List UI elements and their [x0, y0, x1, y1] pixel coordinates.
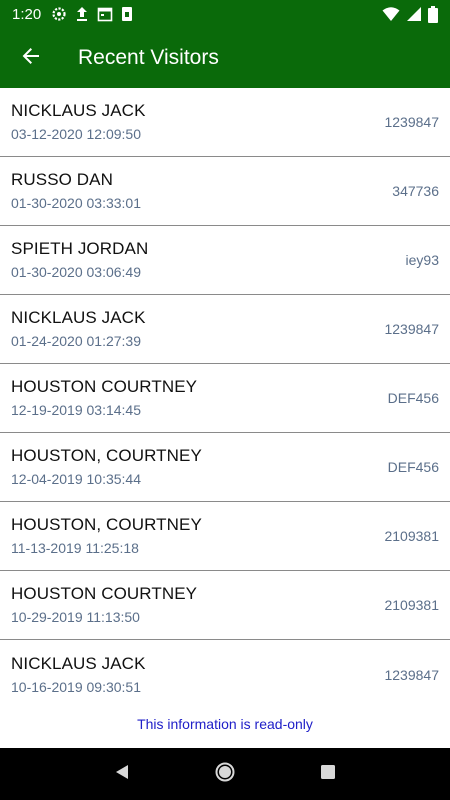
list-item-main: RUSSO DAN 01-30-2020 03:33:01 — [11, 169, 392, 213]
visitor-name: SPIETH JORDAN — [11, 239, 149, 258]
visitor-name: HOUSTON COURTNEY — [11, 584, 198, 603]
list-item-main: SPIETH JORDAN 01-30-2020 03:06:49 — [11, 238, 406, 282]
list-item[interactable]: NICKLAUS JACK 01-24-2020 01:27:39 123984… — [0, 295, 450, 364]
upload-icon — [75, 6, 89, 22]
sim-card-icon — [121, 6, 133, 22]
read-only-note: This information is read-only — [137, 716, 313, 732]
visitor-id: 2109381 — [384, 597, 439, 613]
settings-icon — [51, 6, 67, 22]
visitor-name: NICKLAUS JACK — [11, 653, 146, 673]
visit-date: 10-16-2019 09:30:51 — [11, 678, 141, 695]
visitor-name: NICKLAUS JACK — [11, 101, 146, 120]
list-item-main: HOUSTON, COURTNEY 12-04-2019 10:35:44 — [11, 445, 388, 489]
list-item[interactable]: SPIETH JORDAN 01-30-2020 03:06:49 iey93 — [0, 226, 450, 295]
status-bar: 1:20 — [0, 0, 450, 28]
visitor-name: HOUSTON COURTNEY — [11, 377, 198, 396]
back-button[interactable] — [0, 28, 62, 88]
visitor-name: HOUSTON, COURTNEY — [11, 446, 202, 465]
visit-date: 01-24-2020 01:27:39 — [11, 333, 141, 349]
system-nav-bar — [0, 748, 450, 800]
recents-square-icon — [320, 764, 336, 785]
nav-back-button[interactable] — [102, 754, 142, 794]
visit-date: 01-30-2020 03:06:49 — [11, 264, 141, 280]
page-title: Recent Visitors — [78, 46, 219, 69]
visit-date: 03-12-2020 12:09:50 — [11, 126, 141, 142]
visitor-name: NICKLAUS JACK — [11, 308, 146, 327]
visitor-id: DEF456 — [387, 390, 439, 406]
list-item[interactable]: RUSSO DAN 01-30-2020 03:33:01 347736 — [0, 157, 450, 226]
visitor-name: RUSSO DAN — [11, 170, 113, 189]
list-item[interactable]: HOUSTON, COURTNEY 11-13-2019 11:25:18 21… — [0, 502, 450, 571]
visitor-id: 1239847 — [384, 666, 439, 683]
list-item-main: NICKLAUS JACK 10-16-2019 09:30:51 — [11, 653, 384, 697]
visitor-name: HOUSTON, COURTNEY — [11, 515, 202, 534]
visitor-id: 1239847 — [384, 114, 439, 130]
wifi-icon — [382, 6, 400, 22]
battery-icon — [428, 5, 438, 23]
visitor-id: DEF456 — [387, 459, 439, 475]
visitor-id: iey93 — [405, 252, 439, 268]
visit-date: 10-29-2019 11:13:50 — [11, 609, 140, 625]
list-item[interactable]: NICKLAUS JACK 03-12-2020 12:09:50 123984… — [0, 88, 450, 157]
signal-icon — [406, 6, 422, 22]
nav-recents-button[interactable] — [308, 754, 348, 794]
list-item-main: NICKLAUS JACK 01-24-2020 01:27:39 — [11, 307, 384, 351]
list-item-main: NICKLAUS JACK 03-12-2020 12:09:50 — [11, 100, 384, 144]
list-item[interactable]: HOUSTON, COURTNEY 12-04-2019 10:35:44 DE… — [0, 433, 450, 502]
list-item-main: HOUSTON, COURTNEY 11-13-2019 11:25:18 — [11, 514, 384, 558]
list-item-main: HOUSTON COURTNEY 12-19-2019 03:14:45 — [11, 376, 388, 420]
visitor-id: 2109381 — [384, 528, 439, 544]
list-item[interactable]: HOUSTON COURTNEY 12-19-2019 03:14:45 DEF… — [0, 364, 450, 433]
status-time: 1:20 — [12, 5, 42, 23]
status-icons-right — [382, 5, 438, 23]
visitor-list: NICKLAUS JACK 03-12-2020 12:09:50 123984… — [0, 88, 450, 709]
back-triangle-icon — [113, 763, 131, 786]
visit-date: 12-19-2019 03:14:45 — [11, 402, 141, 418]
list-item-main: HOUSTON COURTNEY 10-29-2019 11:13:50 — [11, 583, 384, 627]
list-item[interactable]: NICKLAUS JACK 10-16-2019 09:30:51 123984… — [0, 640, 450, 709]
visit-date: 11-13-2019 11:25:18 — [11, 540, 139, 556]
visit-date: 01-30-2020 03:33:01 — [11, 195, 141, 211]
visitor-id: 347736 — [392, 183, 439, 199]
home-circle-icon — [214, 761, 236, 788]
app-bar: Recent Visitors — [0, 28, 450, 88]
visit-date: 12-04-2019 10:35:44 — [11, 471, 141, 487]
calendar-icon — [97, 6, 113, 22]
visitor-id: 1239847 — [384, 321, 439, 337]
status-icons-left — [51, 6, 133, 22]
nav-home-button[interactable] — [205, 754, 245, 794]
arrow-back-icon — [21, 46, 41, 71]
list-item[interactable]: HOUSTON COURTNEY 10-29-2019 11:13:50 210… — [0, 571, 450, 640]
